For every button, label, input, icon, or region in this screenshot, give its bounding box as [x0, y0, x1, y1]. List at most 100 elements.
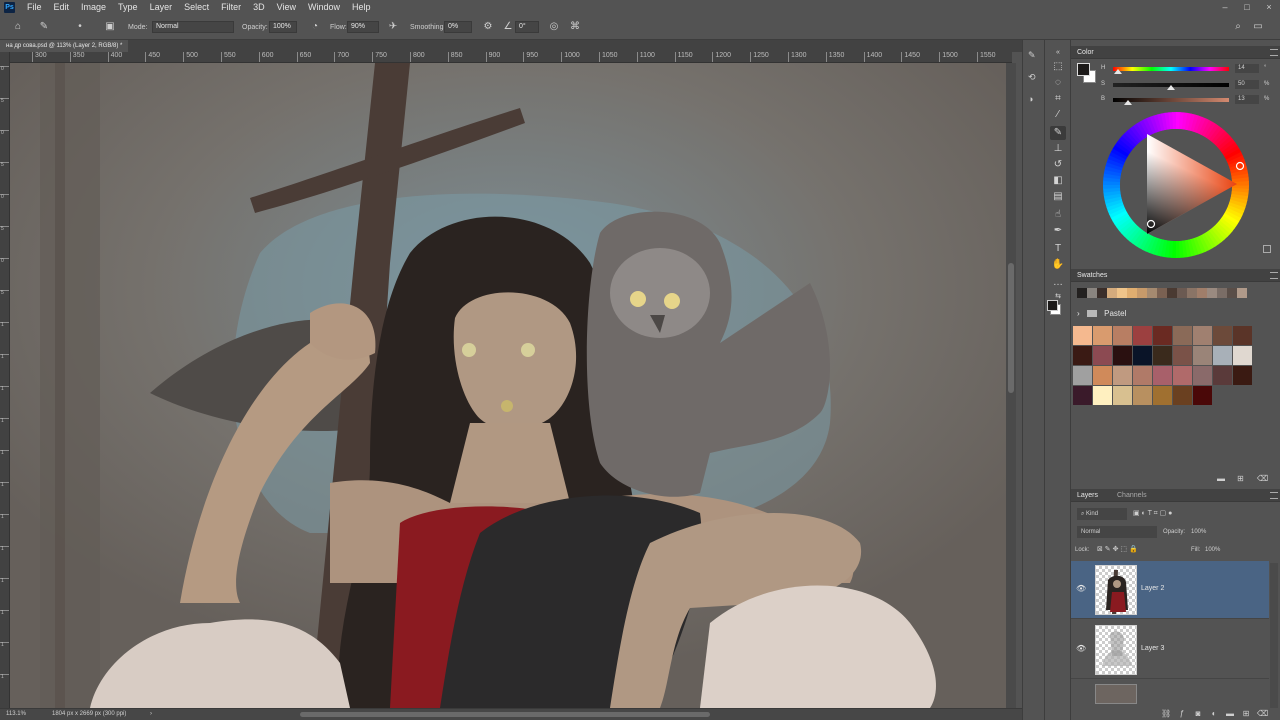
- menu-help[interactable]: Help: [346, 0, 377, 15]
- swatch[interactable]: [1213, 366, 1232, 385]
- swatch[interactable]: [1093, 346, 1112, 365]
- canvas-vertical-scrollbar[interactable]: [1006, 63, 1016, 708]
- recent-swatch[interactable]: [1217, 288, 1227, 298]
- new-group-icon[interactable]: ▬: [1225, 709, 1235, 719]
- swatch[interactable]: [1193, 386, 1212, 405]
- fill-value[interactable]: 100%: [1205, 544, 1220, 556]
- menu-type[interactable]: Type: [112, 0, 144, 15]
- swatch[interactable]: [1153, 386, 1172, 405]
- recent-swatch[interactable]: [1167, 288, 1177, 298]
- delete-layer-icon[interactable]: ⌫: [1257, 709, 1268, 719]
- foreground-color-swatch[interactable]: [1047, 300, 1058, 311]
- tab-swatches[interactable]: Swatches: [1073, 269, 1111, 282]
- brush-settings-icon[interactable]: ▣: [104, 21, 116, 33]
- recent-swatch[interactable]: [1117, 288, 1127, 298]
- swatch[interactable]: [1153, 326, 1172, 345]
- lock-icons[interactable]: ⊠ ✎ ✥ ⬚ 🔒: [1097, 544, 1138, 556]
- document-tab[interactable]: на др сова.psd @ 113% (Layer 2, RGB/8) *: [0, 40, 129, 52]
- menu-view[interactable]: View: [271, 0, 302, 15]
- menu-file[interactable]: File: [21, 0, 48, 15]
- pen-tool-icon[interactable]: ✒: [1050, 224, 1066, 238]
- smudge-tool-icon[interactable]: ☝: [1050, 208, 1066, 222]
- menu-select[interactable]: Select: [178, 0, 215, 15]
- recent-swatch[interactable]: [1147, 288, 1157, 298]
- eye-icon[interactable]: 👁: [1076, 584, 1086, 594]
- eraser-tool-icon[interactable]: ◧: [1050, 174, 1066, 188]
- brightness-slider-knob[interactable]: [1124, 100, 1133, 105]
- swatch[interactable]: [1093, 326, 1112, 345]
- brightness-value[interactable]: 13: [1235, 95, 1259, 104]
- swatch[interactable]: [1233, 366, 1252, 385]
- swatch[interactable]: [1073, 366, 1092, 385]
- status-expand-icon[interactable]: ›: [150, 709, 152, 720]
- new-group-icon[interactable]: ▬: [1217, 474, 1225, 483]
- swatch[interactable]: [1173, 346, 1192, 365]
- recent-swatch[interactable]: [1107, 288, 1117, 298]
- delete-swatch-icon[interactable]: ⌫: [1257, 474, 1268, 483]
- mode-select[interactable]: Normal: [152, 21, 234, 33]
- ruler-vertical[interactable]: 0 5 0 5 0 5 0 5 1 1 1 1 1 1 1 1 1 1 1 1: [0, 52, 10, 708]
- recent-swatch[interactable]: [1087, 288, 1097, 298]
- crop-tool-icon[interactable]: ⌗: [1050, 92, 1066, 106]
- hue-slider[interactable]: [1113, 67, 1229, 71]
- link-layers-icon[interactable]: ⛓: [1161, 709, 1171, 719]
- layers-scrollbar[interactable]: [1270, 563, 1278, 713]
- document-size[interactable]: 1804 px x 2669 px (300 ppi): [52, 709, 126, 720]
- swatch[interactable]: [1113, 386, 1132, 405]
- recent-swatch[interactable]: [1077, 288, 1087, 298]
- menu-layer[interactable]: Layer: [144, 0, 179, 15]
- search-icon[interactable]: ⌕: [1232, 21, 1244, 33]
- symmetry-icon[interactable]: ⌘: [569, 21, 581, 33]
- panel-menu-icon[interactable]: [1270, 492, 1278, 499]
- angle-field[interactable]: 0°: [515, 21, 539, 33]
- eye-icon[interactable]: 👁: [1076, 644, 1086, 654]
- clone-stamp-tool-icon[interactable]: ⊥: [1050, 142, 1066, 156]
- hue-value[interactable]: 14: [1235, 64, 1259, 73]
- adjustment-layer-icon[interactable]: ◐: [1209, 709, 1219, 719]
- home-icon[interactable]: ⌂: [12, 21, 24, 33]
- color-wheel[interactable]: [1101, 110, 1251, 260]
- recent-swatch[interactable]: [1207, 288, 1217, 298]
- history-panel-icon[interactable]: ⟲: [1028, 72, 1036, 83]
- swatch[interactable]: [1193, 346, 1212, 365]
- zoom-readout[interactable]: 113.1%: [6, 709, 26, 720]
- menu-filter[interactable]: Filter: [215, 0, 247, 15]
- marquee-tool-icon[interactable]: ⬚: [1050, 60, 1066, 74]
- recent-swatch[interactable]: [1187, 288, 1197, 298]
- flow-field[interactable]: 90%: [347, 21, 379, 33]
- swatch[interactable]: [1173, 386, 1192, 405]
- swatch[interactable]: [1133, 386, 1152, 405]
- more-tools-icon[interactable]: …: [1050, 276, 1066, 290]
- recent-swatch[interactable]: [1237, 288, 1247, 298]
- pressure-opacity-icon[interactable]: ◔: [309, 21, 321, 33]
- swatch[interactable]: [1113, 366, 1132, 385]
- swatch[interactable]: [1233, 346, 1252, 365]
- layer-filter-icons[interactable]: ▣ ◐ T ⌗ ▢ ●: [1133, 508, 1172, 520]
- smoothing-field[interactable]: 0%: [444, 21, 472, 33]
- swatch[interactable]: [1173, 366, 1192, 385]
- expand-wheel-icon[interactable]: [1263, 245, 1271, 253]
- ruler-horizontal[interactable]: 300 350 400 450 500 550 600 650 700 750 800 850 900 9…: [10, 52, 1012, 63]
- hand-tool-icon[interactable]: ✋: [1050, 258, 1066, 272]
- menu-edit[interactable]: Edit: [48, 0, 76, 15]
- layer-row-layer-3[interactable]: 👁 Layer 3: [1071, 621, 1269, 679]
- brush-tool-icon[interactable]: ✎: [1050, 126, 1066, 140]
- swatch[interactable]: [1073, 346, 1092, 365]
- swatch[interactable]: [1073, 386, 1092, 405]
- type-tool-icon[interactable]: T: [1050, 242, 1066, 256]
- layer-style-icon[interactable]: ƒ: [1177, 709, 1187, 719]
- recent-swatch[interactable]: [1227, 288, 1237, 298]
- swatch[interactable]: [1213, 346, 1232, 365]
- eyedropper-tool-icon[interactable]: ⁄: [1050, 108, 1066, 122]
- blend-mode-select[interactable]: Normal: [1077, 526, 1157, 538]
- layer-filter-select[interactable]: ⌕ Kind: [1077, 508, 1127, 520]
- swatch[interactable]: [1133, 346, 1152, 365]
- adjustments-panel-icon[interactable]: ◑: [1028, 94, 1033, 104]
- swatch[interactable]: [1133, 326, 1152, 345]
- panel-menu-icon[interactable]: [1270, 272, 1278, 279]
- foreground-color-chip[interactable]: [1077, 63, 1090, 76]
- recent-swatch[interactable]: [1197, 288, 1207, 298]
- swatch[interactable]: [1113, 326, 1132, 345]
- swatch[interactable]: [1093, 386, 1112, 405]
- menu-image[interactable]: Image: [75, 0, 112, 15]
